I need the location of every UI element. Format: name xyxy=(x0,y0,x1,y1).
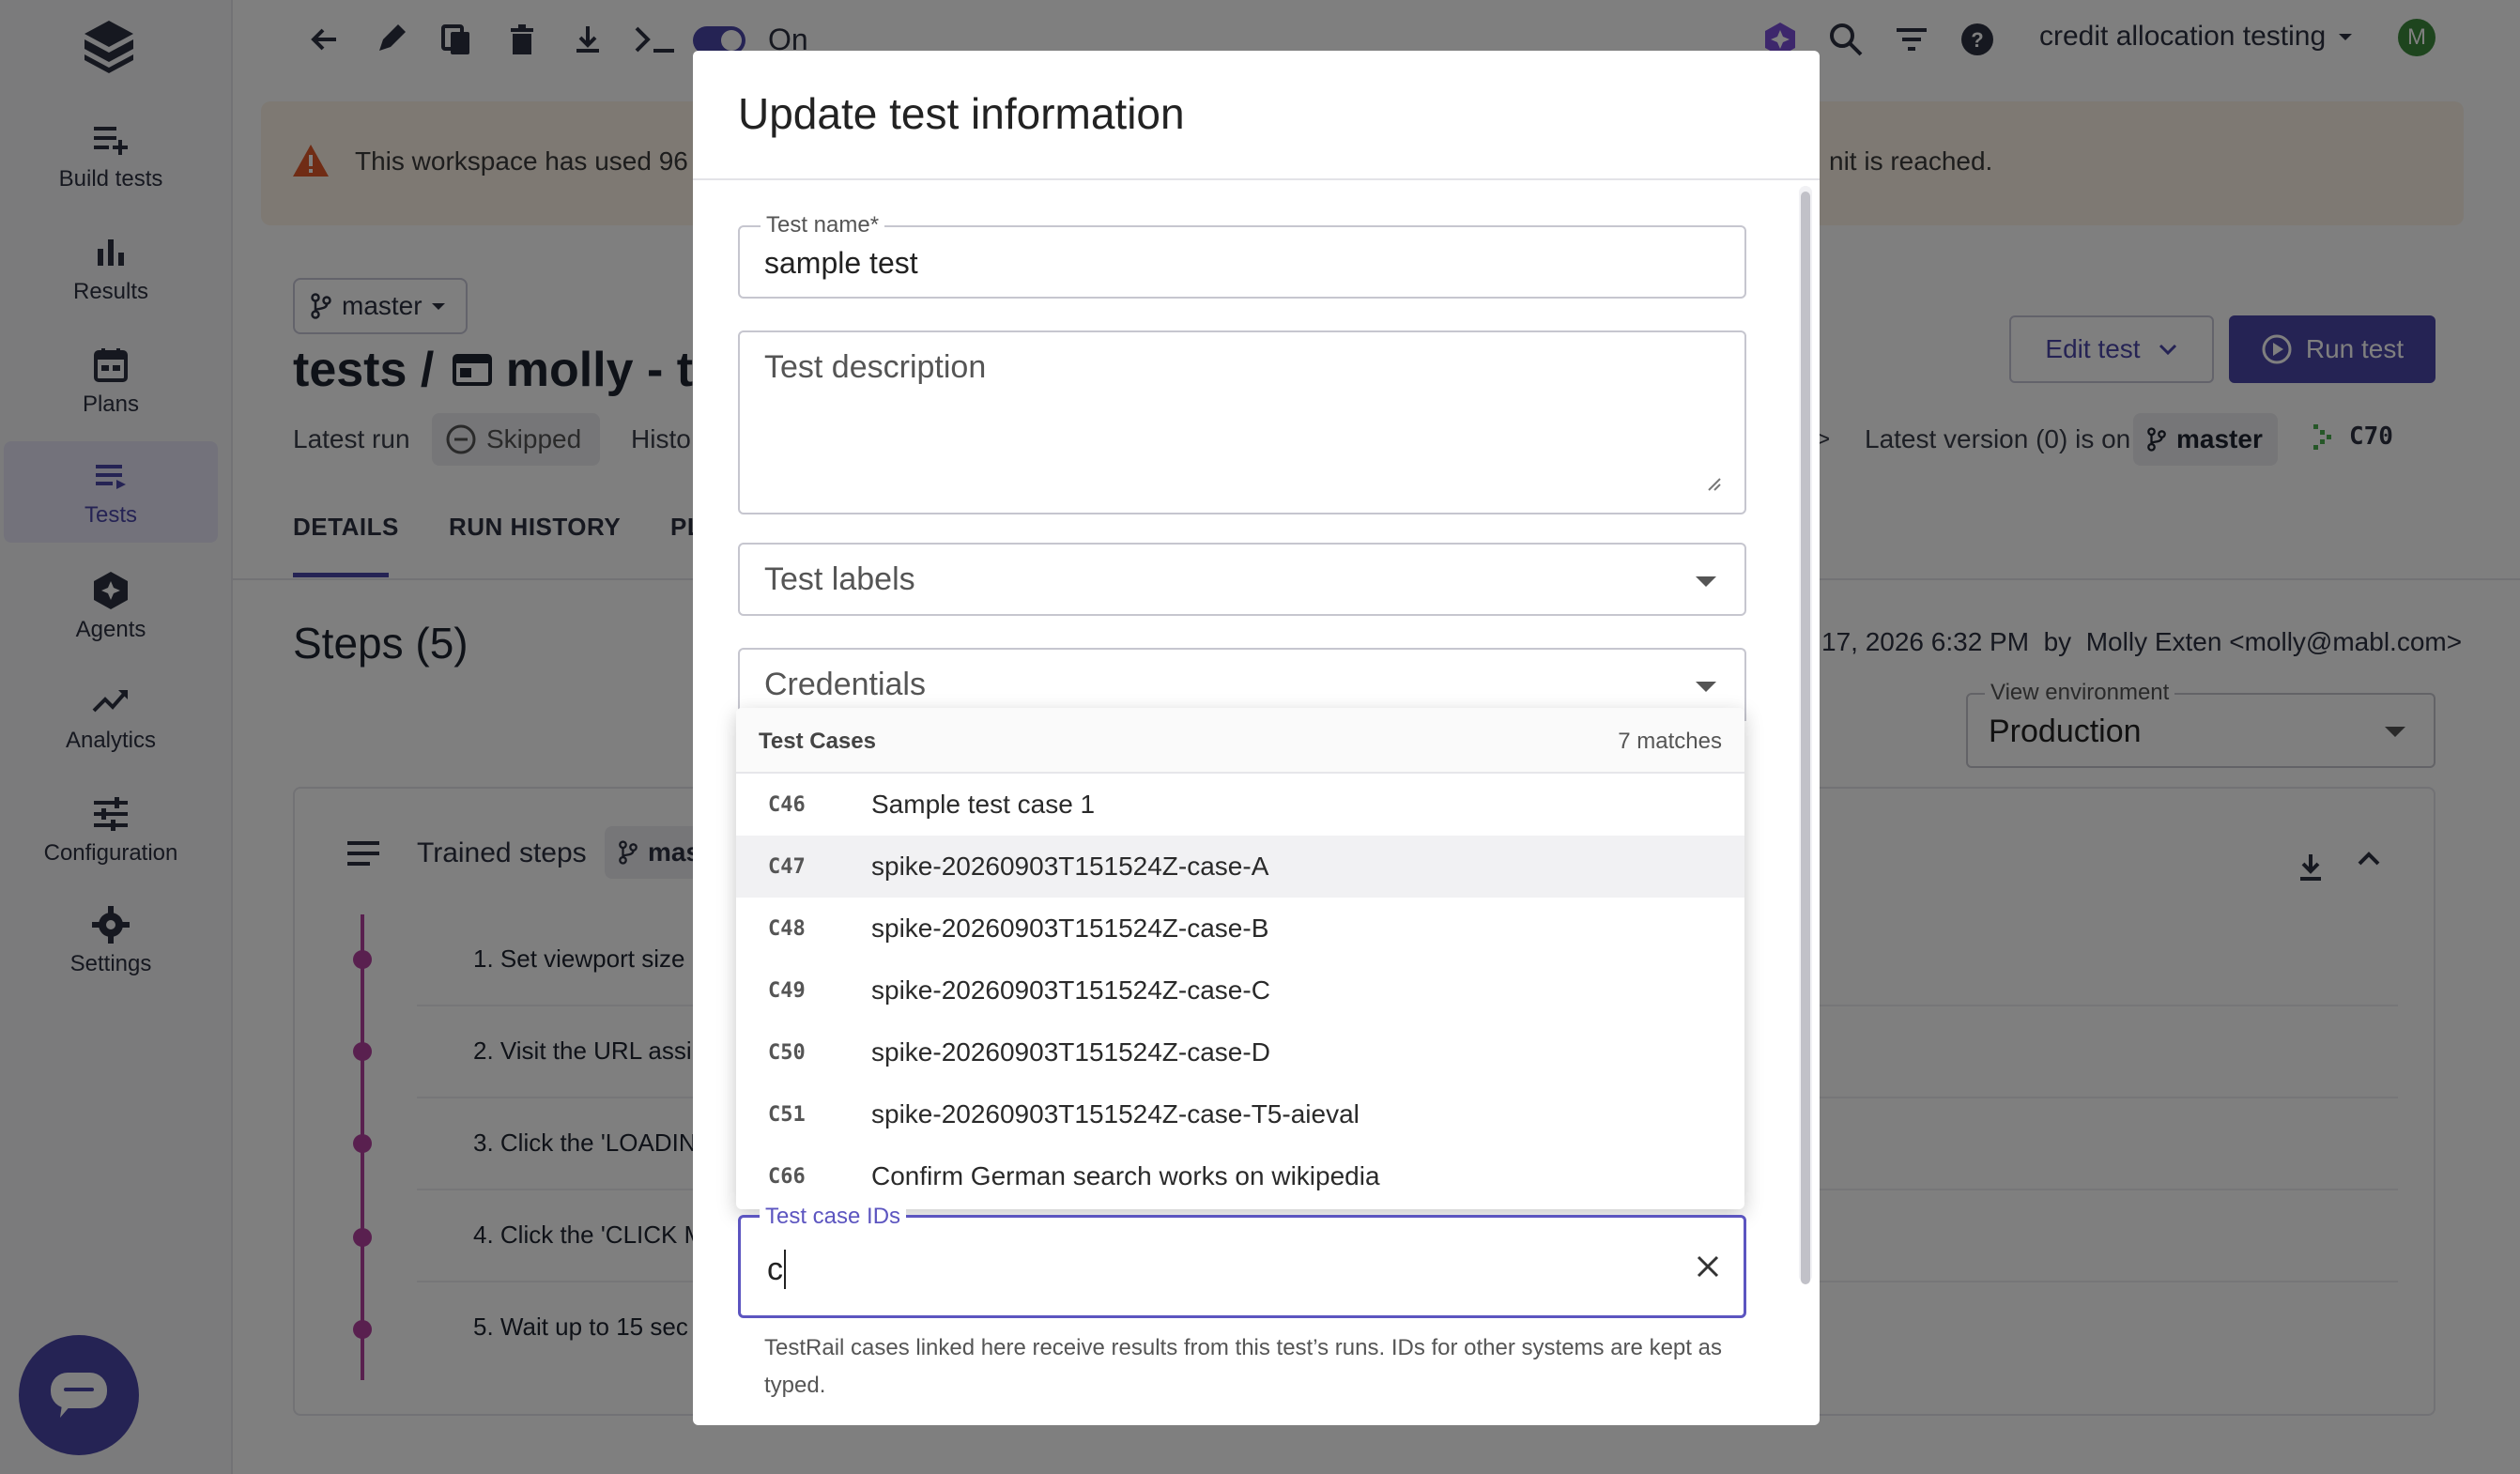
modal-title: Update test information xyxy=(738,89,1185,138)
test-labels-placeholder: Test labels xyxy=(764,561,915,597)
dropdown-option[interactable]: C51 spike-20260903T151524Z-case-T5-aieval xyxy=(736,1083,1744,1145)
dropdown-option[interactable]: C50 spike-20260903T151524Z-case-D xyxy=(736,1021,1744,1083)
test-case-dropdown: Test Cases 7 matches C46 Sample test case… xyxy=(736,708,1744,1209)
caret-down-icon xyxy=(1696,576,1716,587)
update-test-modal: Update test information Test name* sampl… xyxy=(693,51,1820,1425)
option-name: Confirm German search works on wikipedia xyxy=(871,1161,1380,1190)
clear-close-icon[interactable] xyxy=(1695,1253,1721,1280)
option-id: C46 xyxy=(768,792,806,817)
dropdown-header: Test Cases 7 matches xyxy=(736,708,1744,774)
option-id: C47 xyxy=(768,854,806,879)
option-id: C50 xyxy=(768,1040,806,1065)
test-case-ids-label: Test case IDs xyxy=(760,1205,907,1229)
option-name: spike-20260903T151524Z-case-D xyxy=(871,1037,1270,1067)
test-description-field[interactable]: Test description xyxy=(738,330,1746,514)
test-name-value: sample test xyxy=(764,246,918,280)
modal-divider xyxy=(693,178,1820,180)
caret-down-icon xyxy=(1696,682,1716,692)
option-id: C66 xyxy=(768,1164,806,1189)
dropdown-option[interactable]: C66 Confirm German search works on wikipe… xyxy=(736,1145,1744,1207)
dropdown-header-title: Test Cases xyxy=(759,729,876,754)
dropdown-option[interactable]: C48 spike-20260903T151524Z-case-B xyxy=(736,898,1744,960)
test-case-ids-field[interactable]: Test case IDs c xyxy=(738,1205,1746,1318)
test-labels-select[interactable]: Test labels xyxy=(738,543,1746,616)
option-id: C48 xyxy=(768,916,806,941)
required-asterisk: * xyxy=(869,212,880,238)
test-case-ids-input[interactable]: c xyxy=(767,1251,783,1288)
option-name: spike-20260903T151524Z-case-A xyxy=(871,852,1269,881)
test-name-field[interactable]: Test name* sample test xyxy=(738,212,1746,299)
option-name: Sample test case 1 xyxy=(871,790,1096,819)
text-cursor xyxy=(784,1250,786,1289)
resize-handle-icon[interactable] xyxy=(1707,477,1722,492)
test-description-placeholder: Test description xyxy=(764,349,987,385)
option-name: spike-20260903T151524Z-case-T5-aieval xyxy=(871,1099,1360,1129)
test-name-label-text: Test name xyxy=(766,212,870,238)
option-id: C49 xyxy=(768,978,806,1003)
option-name: spike-20260903T151524Z-case-B xyxy=(871,914,1269,943)
option-id: C51 xyxy=(768,1102,806,1127)
dropdown-option[interactable]: C49 spike-20260903T151524Z-case-C xyxy=(736,960,1744,1021)
dropdown-option-highlighted[interactable]: C47 spike-20260903T151524Z-case-A xyxy=(736,836,1744,898)
dropdown-option[interactable]: C46 Sample test case 1 xyxy=(736,774,1744,836)
match-count: 7 matches xyxy=(1618,729,1722,754)
modal-scrollbar-thumb[interactable] xyxy=(1801,192,1810,1284)
test-name-label: Test name* xyxy=(761,212,885,238)
test-case-ids-helper-text: TestRail cases linked here receive resul… xyxy=(764,1335,1722,1398)
option-name: spike-20260903T151524Z-case-C xyxy=(871,975,1270,1005)
credentials-placeholder: Credentials xyxy=(764,667,926,702)
